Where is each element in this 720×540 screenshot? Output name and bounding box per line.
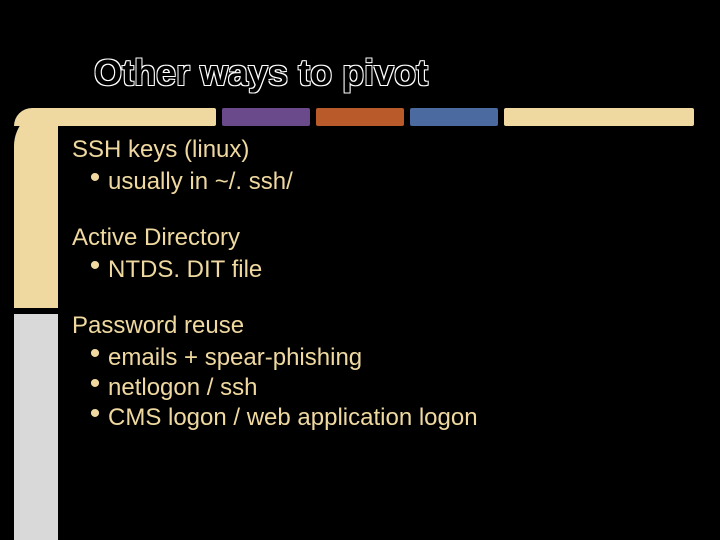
bullet-dot-icon: • bbox=[82, 255, 108, 277]
slide-title: Other ways to pivot bbox=[94, 52, 428, 94]
bullet-dot-icon: • bbox=[82, 403, 108, 425]
bullet-line: •CMS logon / web application logon bbox=[82, 403, 690, 433]
section-heading: Password reuse bbox=[72, 311, 690, 341]
section-heading: SSH keys (linux) bbox=[72, 135, 690, 165]
segment bbox=[410, 108, 498, 126]
segment bbox=[222, 108, 310, 126]
bullet-line: •usually in ~/. ssh/ bbox=[82, 167, 690, 197]
section: Active Directory•NTDS. DIT file bbox=[72, 223, 690, 285]
bullet-text: NTDS. DIT file bbox=[108, 255, 690, 285]
segment bbox=[316, 108, 404, 126]
section-heading: Active Directory bbox=[72, 223, 690, 253]
bullet-line: •netlogon / ssh bbox=[82, 373, 690, 403]
bullet-dot-icon: • bbox=[82, 373, 108, 395]
bullet-text: usually in ~/. ssh/ bbox=[108, 167, 690, 197]
bullet-text: emails + spear-phishing bbox=[108, 343, 690, 373]
bullet-text: CMS logon / web application logon bbox=[108, 403, 690, 433]
segment bbox=[58, 108, 216, 126]
bullet-dot-icon: • bbox=[82, 343, 108, 365]
slide: Other ways to pivot SSH keys (linux)•usu… bbox=[0, 0, 720, 540]
section: SSH keys (linux)•usually in ~/. ssh/ bbox=[72, 135, 690, 197]
slide-body: SSH keys (linux)•usually in ~/. ssh/Acti… bbox=[72, 135, 690, 459]
bullet-dot-icon: • bbox=[82, 167, 108, 189]
section: Password reuse•emails + spear-phishing•n… bbox=[72, 311, 690, 433]
segment-bar bbox=[58, 108, 694, 126]
bullet-text: netlogon / ssh bbox=[108, 373, 690, 403]
bullet-line: •NTDS. DIT file bbox=[82, 255, 690, 285]
segment bbox=[504, 108, 694, 126]
side-rail bbox=[14, 108, 58, 528]
bullet-line: •emails + spear-phishing bbox=[82, 343, 690, 373]
